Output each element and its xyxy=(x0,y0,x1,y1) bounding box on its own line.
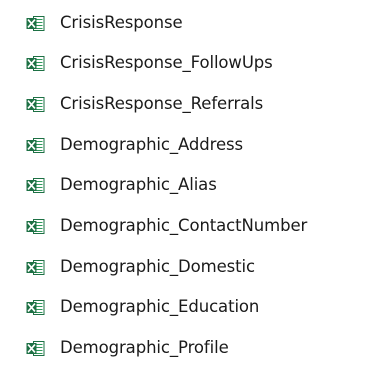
excel-file-icon xyxy=(26,137,45,154)
file-item-demographic-alias[interactable]: Demographic_Alias xyxy=(26,170,217,200)
file-name: CrisisResponse_FollowUps xyxy=(60,52,273,72)
file-item-crisisresponse-followups[interactable]: CrisisResponse_FollowUps xyxy=(26,48,273,78)
excel-file-icon xyxy=(26,177,45,194)
file-item-crisisresponse-referrals[interactable]: CrisisResponse_Referrals xyxy=(26,89,263,119)
file-name: Demographic_Domestic xyxy=(60,256,255,276)
file-name: Demographic_ContactNumber xyxy=(60,215,308,235)
excel-file-icon xyxy=(26,96,45,113)
file-name: CrisisResponse xyxy=(60,12,183,32)
file-item-demographic-education[interactable]: Demographic_Education xyxy=(26,292,259,322)
excel-file-icon xyxy=(26,299,45,316)
excel-file-icon xyxy=(26,218,45,235)
file-item-demographic-address[interactable]: Demographic_Address xyxy=(26,130,243,160)
file-item-crisisresponse[interactable]: CrisisResponse xyxy=(26,8,183,38)
file-item-demographic-domestic[interactable]: Demographic_Domestic xyxy=(26,252,255,282)
excel-file-icon xyxy=(26,55,45,72)
file-name: CrisisResponse_Referrals xyxy=(60,93,264,113)
excel-file-icon xyxy=(26,259,45,276)
file-item-demographic-contactnumber[interactable]: Demographic_ContactNumber xyxy=(26,211,307,241)
excel-file-icon xyxy=(26,340,45,357)
file-item-demographic-profile[interactable]: Demographic_Profile xyxy=(26,333,229,363)
excel-file-icon xyxy=(26,15,45,32)
file-name: Demographic_Address xyxy=(60,134,244,154)
file-name: Demographic_Alias xyxy=(60,174,217,194)
file-name: Demographic_Education xyxy=(60,296,260,316)
file-name: Demographic_Profile xyxy=(60,337,229,357)
